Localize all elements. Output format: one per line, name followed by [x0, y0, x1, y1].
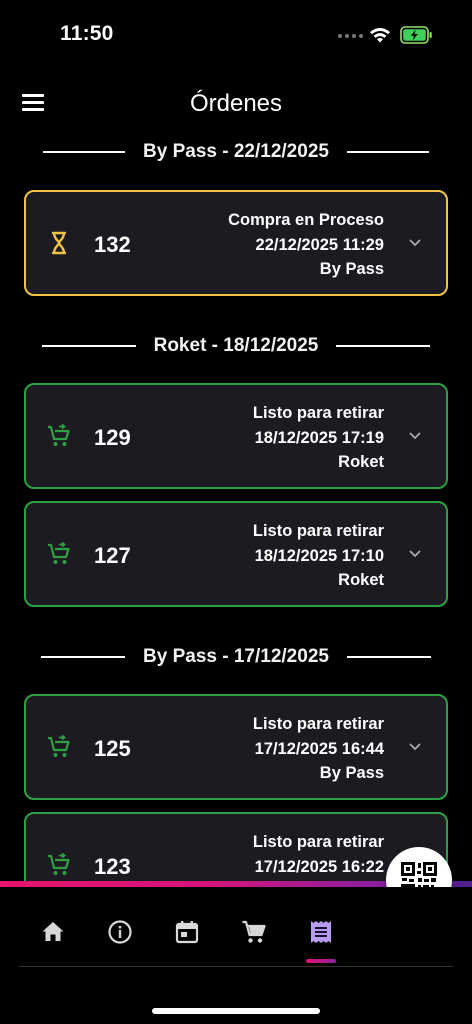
divider — [19, 966, 453, 967]
battery-charging-icon — [400, 26, 432, 44]
section-label: By Pass - 22/12/2025 — [143, 141, 329, 162]
order-number: 132 — [94, 232, 131, 257]
order-status: Listo para retirar — [252, 833, 384, 851]
order-store: Roket — [338, 571, 384, 589]
section-label: Roket - 18/12/2025 — [153, 335, 319, 356]
active-tab-indicator — [306, 959, 336, 963]
cart-icon — [48, 852, 70, 875]
status-bar: 11:50 — [0, 0, 472, 70]
order-card[interactable]: 127 Listo para retirar 18/12/2025 17:10 … — [24, 501, 448, 607]
receipt-icon — [311, 921, 331, 943]
order-datetime: 17/12/2025 16:44 — [254, 739, 384, 758]
order-info: Listo para retirar 17/12/2025 16:22 — [253, 830, 384, 879]
calendar-icon — [175, 921, 199, 944]
order-datetime: 18/12/2025 17:19 — [254, 428, 384, 447]
order-info: Listo para retirar 18/12/2025 17:19 Roke… — [253, 401, 384, 475]
order-status: Listo para retirar — [252, 715, 384, 733]
chevron-down-icon[interactable] — [408, 236, 422, 250]
order-store: By Pass — [319, 764, 384, 782]
orders-list[interactable]: By Pass - 22/12/2025 132 Compra en Proce… — [0, 132, 472, 882]
order-number: 129 — [94, 425, 131, 450]
cart-icon — [48, 423, 70, 446]
order-status: Compra en Proceso — [228, 211, 384, 229]
order-datetime: 22/12/2025 11:29 — [255, 235, 384, 254]
info-icon — [108, 920, 132, 944]
cart-icon — [48, 734, 70, 757]
order-number: 123 — [94, 854, 131, 879]
cart-icon — [48, 541, 70, 564]
chevron-down-icon[interactable] — [408, 547, 422, 561]
order-datetime: 18/12/2025 17:10 — [254, 546, 384, 565]
chevron-down-icon[interactable] — [408, 429, 422, 443]
order-info: Listo para retirar 17/12/2025 16:44 By P… — [253, 712, 384, 786]
bottom-nav — [0, 887, 472, 967]
signal-icon — [338, 34, 363, 38]
section-label: By Pass - 17/12/2025 — [143, 646, 329, 667]
order-status: Listo para retirar — [252, 522, 384, 540]
cart-icon — [242, 920, 266, 943]
order-info: Listo para retirar 18/12/2025 17:10 Roke… — [253, 519, 384, 593]
nav-home[interactable] — [38, 917, 68, 947]
nav-calendar[interactable] — [172, 917, 202, 947]
chevron-down-icon[interactable] — [408, 740, 422, 754]
status-time: 11:50 — [60, 22, 114, 45]
order-card[interactable]: 129 Listo para retirar 18/12/2025 17:19 … — [24, 383, 448, 489]
order-store: Roket — [338, 453, 384, 471]
hourglass-icon — [51, 231, 67, 255]
section-header: Roket - 18/12/2025 — [0, 326, 472, 366]
nav-orders[interactable] — [306, 917, 336, 947]
home-icon — [42, 922, 64, 941]
nav-cart[interactable] — [239, 917, 269, 947]
order-number: 127 — [94, 543, 131, 568]
order-number: 125 — [94, 736, 131, 761]
page-title: Órdenes — [189, 90, 283, 117]
order-status: Listo para retirar — [252, 404, 384, 422]
section-header: By Pass - 22/12/2025 — [0, 132, 472, 172]
order-card[interactable]: 123 Listo para retirar 17/12/2025 16:22 — [24, 812, 448, 882]
order-store: By Pass — [319, 260, 384, 278]
app-header: Órdenes — [0, 80, 472, 132]
home-indicator[interactable] — [152, 1008, 320, 1014]
order-datetime: 17/12/2025 16:22 — [254, 857, 384, 876]
nav-info[interactable] — [105, 917, 135, 947]
order-card[interactable]: 132 Compra en Proceso 22/12/2025 11:29 B… — [24, 190, 448, 296]
order-info: Compra en Proceso 22/12/2025 11:29 By Pa… — [228, 208, 384, 282]
section-header: By Pass - 17/12/2025 — [0, 637, 472, 677]
wifi-icon — [370, 27, 390, 43]
order-card[interactable]: 125 Listo para retirar 17/12/2025 16:44 … — [24, 694, 448, 800]
